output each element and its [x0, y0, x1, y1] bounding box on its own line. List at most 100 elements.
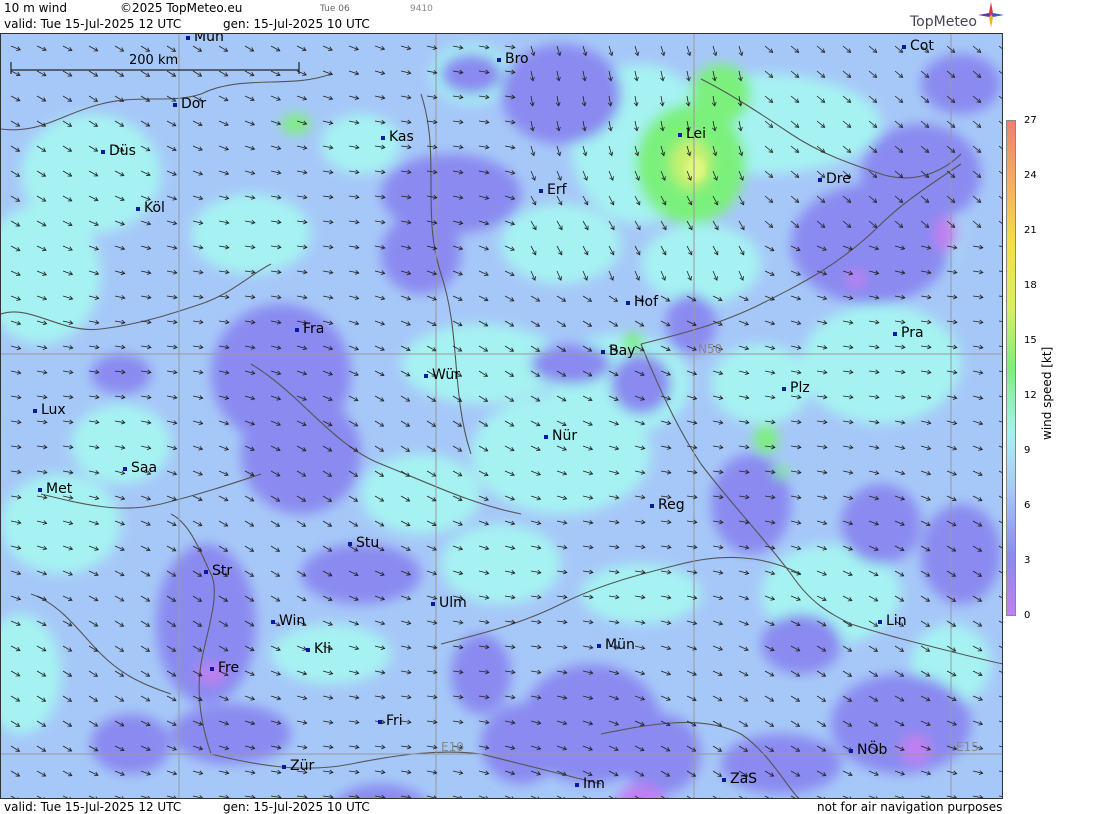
wind-speed-patch	[581, 564, 701, 624]
city-label: Fre	[210, 660, 240, 676]
wind-speed-patch	[441, 524, 561, 604]
legend-tick: 15	[1024, 335, 1037, 346]
city-marker-icon	[650, 504, 654, 508]
city-marker-icon	[626, 301, 630, 305]
city-marker-icon	[849, 749, 853, 753]
legend-tick: 3	[1024, 555, 1031, 566]
wind-speed-patch	[361, 454, 481, 534]
wind-speed-legend-bar	[1006, 120, 1016, 616]
city-marker-icon	[497, 58, 501, 62]
wind-speed-patch	[841, 484, 921, 564]
legend-title: wind speed [kt]	[1040, 346, 1054, 440]
city-name: Köl	[144, 200, 165, 216]
legend-tick: 27	[1024, 115, 1037, 126]
city-marker-icon	[101, 150, 105, 154]
wind-speed-patch	[691, 64, 751, 124]
city-marker-icon	[424, 374, 428, 378]
wind-map[interactable]: N50 E10 E15 200 km Mün Bro Cot Dor Kas Lei Düs…	[0, 33, 1003, 799]
wind-speed-patch	[921, 504, 1001, 604]
wind-speed-patch	[191, 194, 311, 274]
city-name: Saa	[131, 460, 158, 476]
city-marker-icon	[818, 178, 822, 182]
product-title: 10 m wind	[4, 1, 67, 15]
wind-speed-patch	[481, 704, 561, 784]
city-marker-icon	[204, 570, 208, 574]
city-label: Bay	[601, 343, 636, 359]
city-name: Lin	[886, 613, 907, 629]
city-name: NÖb	[857, 742, 888, 758]
wind-speed-patch	[471, 394, 651, 514]
city-name: Kli	[314, 641, 331, 657]
city-marker-icon	[601, 350, 605, 354]
city-label: Kas	[381, 129, 414, 145]
city-label: Hof	[626, 295, 658, 309]
city-label: Dor	[173, 96, 207, 112]
city-label: Wür	[424, 368, 460, 382]
city-name: Mün	[605, 637, 635, 653]
city-marker-icon	[782, 387, 786, 391]
city-label: Inn	[575, 777, 605, 791]
city-name: Pra	[901, 325, 924, 341]
city-name: Dre	[826, 171, 851, 187]
scale-bar-label: 200 km	[129, 53, 179, 68]
city-label: Win	[271, 613, 306, 629]
wind-speed-patch	[501, 204, 621, 284]
legend-tick: 6	[1024, 500, 1031, 511]
copyright: ©2025 TopMeteo.eu	[120, 1, 243, 15]
city-marker-icon	[33, 409, 37, 413]
city-label: Met	[38, 482, 72, 496]
wind-field-svg	[1, 34, 1002, 798]
wind-speed-patch	[773, 466, 789, 478]
city-marker-icon	[173, 103, 177, 107]
city-name: Fre	[218, 660, 240, 676]
city-marker-icon	[431, 602, 435, 606]
city-marker-icon	[597, 644, 601, 648]
city-name: Str	[212, 563, 233, 579]
city-name: Dor	[181, 96, 207, 112]
city-marker-icon	[271, 620, 275, 624]
wind-speed-patch	[381, 214, 461, 294]
legend-tick: 24	[1024, 170, 1037, 181]
city-label: Erf	[539, 182, 567, 198]
city-label: Köl	[136, 200, 165, 216]
city-name: Ulm	[439, 595, 467, 611]
city-marker-icon	[210, 667, 214, 671]
city-name: Kas	[389, 129, 414, 145]
legend-tick: 12	[1024, 390, 1037, 401]
wind-speed-patch	[441, 54, 501, 94]
wind-speed-patch	[921, 54, 1001, 114]
city-marker-icon	[378, 720, 382, 724]
city-name: Cot	[910, 38, 934, 54]
city-label: Lei	[678, 127, 706, 141]
city-marker-icon	[381, 136, 385, 140]
city-name: Reg	[658, 497, 685, 513]
legend-tick: 0	[1024, 610, 1031, 621]
city-marker-icon	[123, 467, 127, 471]
city-marker-icon	[38, 488, 42, 492]
wind-speed-patch	[531, 344, 611, 384]
generated-time: gen: 15-Jul-2025 10 UTC	[223, 17, 370, 31]
compass-logo-icon	[978, 2, 1004, 28]
city-marker-icon	[348, 542, 352, 546]
city-name: Win	[279, 613, 306, 629]
wind-speed-patch	[901, 734, 931, 764]
city-name: Bay	[609, 343, 636, 359]
valid-time: valid: Tue 15-Jul-2025 12 UTC	[4, 17, 182, 31]
city-name: Lux	[41, 402, 66, 418]
city-label: Pra	[893, 325, 924, 341]
wind-speed-patch	[91, 714, 171, 774]
city-label: Lin	[878, 613, 907, 629]
city-label: Saa	[123, 460, 158, 476]
city-name: ZaS	[730, 771, 758, 787]
city-name: Fra	[303, 321, 325, 337]
city-label: NÖb	[849, 742, 888, 758]
city-label: Bro	[497, 52, 529, 66]
city-label: Str	[204, 563, 233, 579]
city-name: Erf	[547, 182, 567, 198]
city-label: Mün	[597, 637, 635, 653]
wind-speed-patch	[611, 354, 671, 414]
city-label: Stu	[348, 535, 380, 551]
city-name: Stu	[356, 535, 380, 551]
city-label: Zür	[282, 759, 314, 773]
city-label: Mün	[186, 34, 224, 44]
